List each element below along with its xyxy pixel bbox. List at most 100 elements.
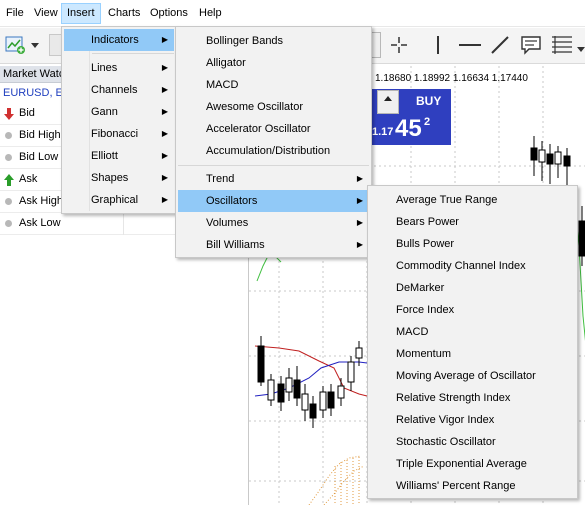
menu-item-momentum[interactable]: Momentum bbox=[370, 343, 575, 365]
oscillators-menu: Average True Range Bears Power Bulls Pow… bbox=[367, 185, 578, 499]
menu-item-commodity-channel-index[interactable]: Commodity Channel Index bbox=[370, 255, 575, 277]
menu-file[interactable]: File bbox=[1, 3, 29, 24]
ohlc-readout: 1.18680 1.18992 1.16634 1.17440 bbox=[375, 73, 528, 84]
menu-item-label: Shapes bbox=[91, 172, 129, 184]
buy-price-main: 45 bbox=[395, 115, 422, 142]
menu-item-label: Indicators bbox=[91, 34, 139, 46]
menu-item-bollinger-bands[interactable]: Bollinger Bands bbox=[178, 30, 369, 52]
menu-item-average-true-range[interactable]: Average True Range bbox=[370, 189, 575, 211]
column-divider bbox=[123, 213, 124, 235]
submenu-arrow-icon: ▶ bbox=[161, 107, 168, 116]
submenu-arrow-icon: ▶ bbox=[356, 218, 363, 227]
menu-item-label: Force Index bbox=[396, 304, 455, 316]
menu-item-label: Bears Power bbox=[396, 216, 459, 228]
menu-item-lines[interactable]: Lines ▶ bbox=[64, 57, 174, 79]
menu-item-label: Fibonacci bbox=[91, 128, 139, 140]
submenu-arrow-icon: ▶ bbox=[161, 151, 168, 160]
menu-item-gann[interactable]: Gann ▶ bbox=[64, 101, 174, 123]
menu-item-bulls-power[interactable]: Bulls Power bbox=[370, 233, 575, 255]
new-chart-icon[interactable] bbox=[5, 35, 27, 55]
menu-item-moving-average-of-oscillator[interactable]: Moving Average of Oscillator bbox=[370, 365, 575, 387]
menu-item-label: Alligator bbox=[206, 57, 246, 69]
menu-item-alligator[interactable]: Alligator bbox=[178, 52, 369, 74]
menu-item-label: Commodity Channel Index bbox=[396, 260, 526, 272]
menu-item-fibonacci[interactable]: Fibonacci ▶ bbox=[64, 123, 174, 145]
menu-item-label: Oscillators bbox=[206, 195, 258, 207]
menu-item-label: Awesome Oscillator bbox=[206, 101, 303, 113]
menu-item-label: Graphical bbox=[91, 194, 139, 206]
horizontal-line-icon[interactable] bbox=[458, 35, 482, 55]
menu-item-label: Average True Range bbox=[396, 194, 498, 206]
menu-item-label: Williams' Percent Range bbox=[396, 480, 516, 492]
menu-item-demarker[interactable]: DeMarker bbox=[370, 277, 575, 299]
insert-menu: Indicators ▶ Lines ▶ Channels ▶ Gann ▶ F… bbox=[61, 26, 177, 214]
up-arrow-icon bbox=[4, 174, 14, 189]
buy-label[interactable]: BUY bbox=[416, 94, 441, 108]
menu-item-indicators[interactable]: Indicators ▶ bbox=[64, 29, 174, 51]
menu-item-trend[interactable]: Trend ▶ bbox=[178, 168, 369, 190]
menu-item-label: Stochastic Oscillator bbox=[396, 436, 496, 448]
menu-item-triple-exponential-average[interactable]: Triple Exponential Average bbox=[370, 453, 575, 475]
menu-item-label: MACD bbox=[396, 326, 429, 338]
menu-bar: File View Insert Charts Options Help bbox=[0, 0, 585, 27]
menu-item-label: Volumes bbox=[206, 217, 249, 229]
menu-item-awesome-oscillator[interactable]: Awesome Oscillator bbox=[178, 96, 369, 118]
menu-item-volumes[interactable]: Volumes ▶ bbox=[178, 212, 369, 234]
volume-up-button[interactable] bbox=[377, 90, 399, 114]
submenu-arrow-icon: ▶ bbox=[356, 196, 363, 205]
menu-item-label: Relative Strength Index bbox=[396, 392, 511, 404]
trendline-icon[interactable] bbox=[490, 35, 510, 55]
menu-item-graphical[interactable]: Graphical ▶ bbox=[64, 189, 174, 211]
submenu-arrow-icon: ▶ bbox=[356, 174, 363, 183]
menu-item-relative-vigor-index[interactable]: Relative Vigor Index bbox=[370, 409, 575, 431]
menu-item-label: Bollinger Bands bbox=[206, 35, 284, 47]
menu-item-label: Lines bbox=[91, 62, 118, 74]
menu-item-macd-oscillator[interactable]: MACD bbox=[370, 321, 575, 343]
menu-insert[interactable]: Insert bbox=[61, 3, 101, 24]
text-icon[interactable] bbox=[520, 35, 542, 55]
menu-item-label: Gann bbox=[91, 106, 118, 118]
menu-divider bbox=[92, 53, 174, 54]
menu-item-channels[interactable]: Channels ▶ bbox=[64, 79, 174, 101]
menu-item-bears-power[interactable]: Bears Power bbox=[370, 211, 575, 233]
dropdown-arrow-icon[interactable] bbox=[30, 40, 40, 50]
menu-options[interactable]: Options bbox=[145, 3, 193, 24]
fibonacci-icon[interactable] bbox=[551, 35, 573, 55]
menu-item-label: Relative Vigor Index bbox=[396, 414, 495, 426]
menu-item-accumulation-distribution[interactable]: Accumulation/Distribution bbox=[178, 140, 369, 162]
menu-item-label: Trend bbox=[206, 173, 235, 185]
up-triangle-icon bbox=[384, 96, 392, 101]
menu-item-stochastic-oscillator[interactable]: Stochastic Oscillator bbox=[370, 431, 575, 453]
menu-item-label: Moving Average of Oscillator bbox=[396, 370, 536, 382]
menu-item-label: Momentum bbox=[396, 348, 452, 360]
menu-divider bbox=[178, 165, 369, 166]
menu-help[interactable]: Help bbox=[194, 3, 227, 24]
menu-item-label: Accelerator Oscillator bbox=[206, 123, 311, 135]
dot-icon bbox=[5, 154, 12, 161]
menu-charts[interactable]: Charts bbox=[103, 3, 145, 24]
menu-item-label: Elliott bbox=[91, 150, 118, 162]
submenu-arrow-icon: ▶ bbox=[161, 85, 168, 94]
menu-item-macd[interactable]: MACD bbox=[178, 74, 369, 96]
submenu-arrow-icon: ▶ bbox=[161, 173, 168, 182]
row-label: Bid bbox=[19, 107, 35, 119]
menu-item-oscillators[interactable]: Oscillators ▶ bbox=[178, 190, 369, 212]
submenu-arrow-icon: ▶ bbox=[161, 195, 168, 204]
toolbar-button-partial-right[interactable] bbox=[372, 32, 381, 58]
menu-item-relative-strength-index[interactable]: Relative Strength Index bbox=[370, 387, 575, 409]
dot-icon bbox=[5, 220, 12, 227]
menu-item-force-index[interactable]: Force Index bbox=[370, 299, 575, 321]
menu-item-elliott[interactable]: Elliott ▶ bbox=[64, 145, 174, 167]
row-label: Bid Low bbox=[19, 151, 59, 163]
menu-item-accelerator-oscillator[interactable]: Accelerator Oscillator bbox=[178, 118, 369, 140]
crosshair-icon[interactable] bbox=[389, 35, 409, 55]
menu-item-bill-williams[interactable]: Bill Williams ▶ bbox=[178, 234, 369, 256]
menu-item-label: Bill Williams bbox=[206, 239, 265, 251]
menu-item-williams-percent-range[interactable]: Williams' Percent Range bbox=[370, 475, 575, 497]
chevron-down-icon[interactable] bbox=[577, 44, 585, 52]
menu-item-shapes[interactable]: Shapes ▶ bbox=[64, 167, 174, 189]
menu-view[interactable]: View bbox=[29, 3, 63, 24]
buy-price-prefix: 1.17 bbox=[372, 126, 394, 138]
vertical-line-icon[interactable] bbox=[428, 35, 448, 55]
menu-item-label: MACD bbox=[206, 79, 239, 91]
